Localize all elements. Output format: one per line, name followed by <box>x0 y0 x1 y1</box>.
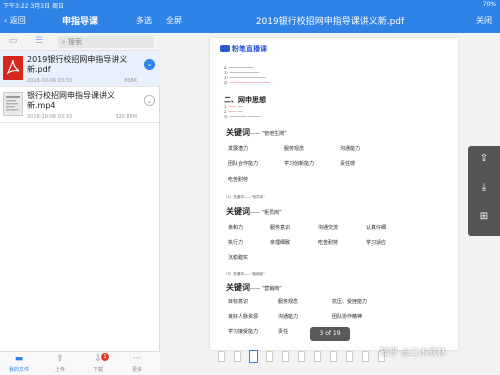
page-thumbnail[interactable] <box>314 351 321 362</box>
tab-download[interactable]: ⇩ 1 下载 <box>83 353 113 373</box>
document-title: 2019银行校招网申指导课讲义新.pdf <box>255 17 405 27</box>
tab-upload[interactable]: ⇧ 上传 <box>45 354 75 373</box>
status-battery: 70% <box>482 1 496 8</box>
file-name: 银行校招网申指导课讲义新.mp4 <box>27 91 115 110</box>
keyword-heading: 关键词—— “柜员岗” <box>226 207 282 216</box>
list-toolbar: ▭ ☰ ⌕ 搜索 <box>0 33 160 51</box>
page-thumbnail[interactable] <box>362 351 369 362</box>
page-thumbnail-current[interactable] <box>249 350 258 363</box>
pdf-file-icon <box>3 56 23 80</box>
download-badge: 1 <box>101 353 109 361</box>
page-thumbnail[interactable] <box>234 351 241 362</box>
watermark: 知乎 @二木成林 <box>380 348 446 358</box>
download-icon[interactable]: ⤓ <box>477 181 491 195</box>
page-indicator: 3 of 19 <box>310 327 350 341</box>
close-button[interactable]: 关闭 <box>476 15 492 26</box>
file-meta: 2018-10-06 03:33 808K <box>27 78 137 84</box>
tab-more[interactable]: ··· 更多 <box>122 354 152 373</box>
page-thumbnail[interactable] <box>346 351 353 362</box>
tab-my-files[interactable]: ▬ 我的文件 <box>4 354 34 373</box>
doc-notes: 4. ──────────── 1）────────────── 2）───────… <box>224 66 270 85</box>
folder-icon: ▬ <box>14 354 24 364</box>
file-name: 2019银行校招网申指导讲义新.pdf <box>27 55 128 74</box>
page-thumbnail[interactable] <box>218 351 225 362</box>
bottom-tab-bar: ▬ 我的文件 ⇧ 上传 ⇩ 1 下载 ··· 更多 <box>0 351 160 375</box>
page-thumbnail[interactable] <box>266 351 273 362</box>
list-item[interactable]: 银行校招网申指导课讲义新.mp4 2018-10-06 03:33 320.85… <box>0 87 160 123</box>
pdf-viewer-panel: 全屏 2019银行校招网申指导课讲义新.pdf 关闭 粉笔直播课 4. ────… <box>160 0 500 375</box>
page-thumbnail[interactable] <box>330 351 337 362</box>
chevron-down-icon[interactable]: ⌄ <box>144 59 155 70</box>
search-input[interactable]: ⌕ 搜索 <box>58 36 154 48</box>
chevron-down-icon[interactable]: ⌄ <box>144 95 155 106</box>
page-thumbnail[interactable] <box>298 351 305 362</box>
section-heading: 二、网申思想 <box>224 96 266 104</box>
status-bar: 下午3:22 3月3日 周日 70% <box>0 0 500 10</box>
file-meta: 2018-10-06 03:33 320.85M <box>27 114 137 120</box>
document-page[interactable]: 粉笔直播课 4. ──────────── 1）────────────── 2）─… <box>210 38 458 350</box>
more-icon: ··· <box>132 354 142 364</box>
status-time: 下午3:22 3月3日 周日 <box>3 3 64 10</box>
list-item[interactable]: 2019银行校招网申指导讲义新.pdf 2018-10-06 03:33 808… <box>0 51 160 87</box>
grid-icon[interactable]: ⊞ <box>477 210 491 224</box>
keyword-heading: 关键词—— “管培生岗” <box>226 128 287 137</box>
sort-icon[interactable]: ☰ <box>32 36 46 47</box>
doc-logo: 粉笔直播课 <box>220 44 267 54</box>
share-icon[interactable]: ⇪ <box>477 152 491 166</box>
video-thumbnail <box>3 92 23 116</box>
upload-icon: ⇧ <box>56 354 64 364</box>
page-thumbnail[interactable] <box>282 351 289 362</box>
new-folder-icon[interactable]: ▭ <box>6 36 20 47</box>
multi-select-button[interactable]: 多选 <box>136 15 152 26</box>
side-action-bar: ⇪ ⤓ ⊞ <box>468 146 500 236</box>
file-list-panel: ‹ 返回 申指导课 多选 ▭ ☰ ⌕ 搜索 2019银行校招网申指导讲义新.pd… <box>0 0 160 375</box>
keyword-heading: 关键词—— “营销岗” <box>226 283 282 292</box>
